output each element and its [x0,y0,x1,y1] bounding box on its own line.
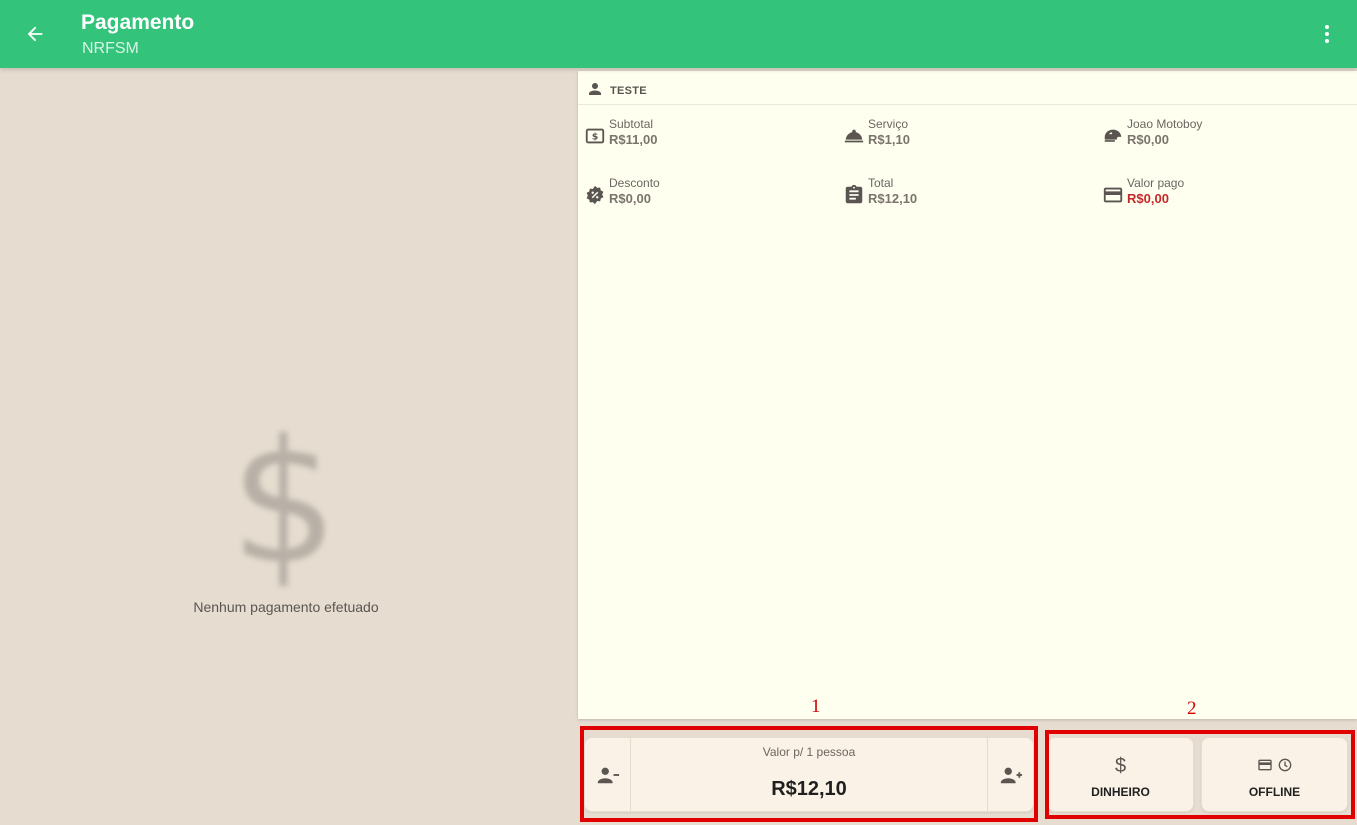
order-summary-card: TESTE $ Subtotal R$11,00 Serviço R$1,10 … [578,71,1357,719]
helmet-icon [1104,129,1122,142]
payments-list-panel: $ Nenhum pagamento efetuado [0,68,576,825]
delivery-label: Joao Motoboy [1127,117,1203,131]
callout-number-2: 2 [1187,698,1197,719]
menu-dot [1325,25,1329,29]
page-subtitle: NRFSM [82,40,139,57]
amount-paid-label: Valor pago [1127,176,1185,190]
app-bar: Pagamento NRFSM [0,0,1357,68]
delivery-value: R$0,00 [1127,132,1169,147]
amount-paid-value: R$0,00 [1127,191,1169,206]
total-label: Total [868,176,894,190]
customer-header: TESTE [578,71,1357,105]
subtotal-value: R$11,00 [609,132,658,147]
service-bell-icon [844,129,864,143]
menu-dot [1325,32,1329,36]
customer-name: TESTE [610,85,647,97]
arrow-left-icon [27,26,43,42]
person-icon [589,83,601,95]
discount-label: Desconto [609,176,660,190]
delivery-item: Joao Motoboy R$0,00 [1102,117,1342,157]
clipboard-icon [845,184,863,204]
highlight-box-2 [1045,730,1355,819]
page-title: Pagamento [81,11,195,34]
overflow-menu-button[interactable] [1314,20,1340,48]
back-button[interactable] [20,19,50,49]
highlight-box-1 [580,726,1038,822]
money-bill-icon: $ [585,128,605,144]
subtotal-label: Subtotal [609,117,654,131]
empty-payments-message: Nenhum pagamento efetuado [193,599,379,615]
subtotal-item: $ Subtotal R$11,00 [584,117,824,157]
service-value: R$1,10 [868,132,910,147]
service-label: Serviço [868,117,909,131]
dollar-icon: $ [230,404,339,602]
menu-dot [1325,39,1329,43]
total-item: Total R$12,10 [843,176,1083,216]
discount-value: R$0,00 [609,191,651,206]
amount-paid-item: Valor pago R$0,00 [1102,176,1342,216]
discount-badge-icon [586,185,604,205]
service-item: Serviço R$1,10 [843,117,1083,157]
credit-card-icon [1103,187,1123,203]
total-value: R$12,10 [868,191,918,206]
svg-text:$: $ [592,132,598,143]
callout-number-1: 1 [811,696,821,717]
discount-item: Desconto R$0,00 [584,176,824,216]
